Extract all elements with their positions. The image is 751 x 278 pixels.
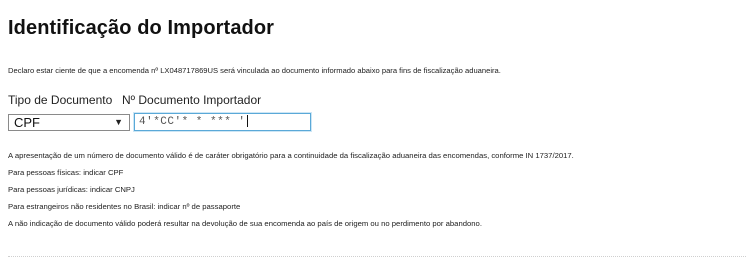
section-divider [8,256,746,257]
document-number-input[interactable]: 4'*CC'* * *** ' [134,113,311,131]
declaration-text: Declaro estar ciente de que a encomenda … [8,66,501,75]
document-type-selected-value: CPF [14,115,40,130]
page-title: Identificação do Importador [8,17,275,39]
info-line-cnpj: Para pessoas jurídicas: indicar CNPJ [8,185,135,194]
text-caret [246,115,248,127]
document-number-label: Nº Documento Importador [122,93,262,107]
document-type-label: Tipo de Documento [8,93,113,107]
chevron-down-icon: ▼ [114,117,123,127]
info-line-mandatory: A apresentação de um número de documento… [8,151,574,160]
info-line-cpf: Para pessoas físicas: indicar CPF [8,168,124,177]
document-number-value: 4'*CC'* * *** ' [139,115,246,128]
info-line-passport: Para estrangeiros não residentes no Bras… [8,202,241,211]
document-type-select[interactable]: CPF ▼ [8,114,130,131]
info-line-warning: A não indicação de documento válido pode… [8,219,482,228]
